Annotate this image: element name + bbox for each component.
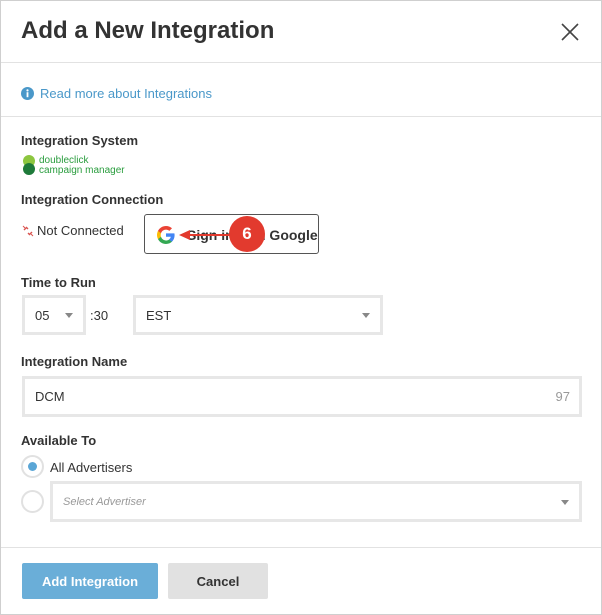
status-text: Not Connected (37, 223, 124, 238)
add-integration-button[interactable]: Add Integration (22, 563, 158, 599)
chevron-down-icon (362, 313, 370, 318)
all-advertisers-label: All Advertisers (50, 460, 133, 475)
callout-arrow (179, 230, 235, 240)
info-row: Read more about Integrations (21, 85, 212, 101)
minute-text: :30 (90, 308, 109, 323)
integration-name-input[interactable]: DCM 97 (22, 376, 582, 417)
char-count: 97 (555, 389, 570, 404)
hour-select[interactable]: 05 (22, 295, 86, 335)
close-icon[interactable] (559, 21, 581, 43)
integration-system-label: Integration System (21, 133, 139, 148)
integration-connection-label: Integration Connection (21, 192, 164, 207)
divider (1, 116, 601, 117)
timezone-value: EST (146, 307, 172, 323)
available-to-label: Available To (21, 433, 97, 448)
chevron-down-icon (65, 313, 73, 318)
add-integration-modal: Add a New Integration Read more about In… (0, 0, 602, 615)
step-callout-badge: 6 (229, 216, 265, 252)
select-advertiser-placeholder: Select Advertiser (63, 496, 146, 508)
hour-value: 05 (35, 307, 50, 323)
radio-selected-dot (28, 462, 37, 471)
select-advertiser-dropdown[interactable]: Select Advertiser (50, 481, 582, 522)
google-g-icon (157, 226, 175, 244)
read-more-link[interactable]: Read more about Integrations (40, 86, 212, 101)
integration-name-label: Integration Name (21, 354, 128, 369)
integration-name-value: DCM (35, 389, 65, 404)
connection-status: Not Connected (22, 223, 124, 238)
chevron-down-icon (561, 499, 569, 505)
all-advertisers-radio[interactable] (21, 455, 44, 478)
info-circle-icon (21, 86, 34, 100)
cancel-button[interactable]: Cancel (168, 563, 268, 599)
timezone-select[interactable]: EST (133, 295, 383, 335)
logo-line2: campaign manager (39, 165, 125, 176)
doubleclick-campaign-manager-logo: doubleclick campaign manager (23, 155, 125, 176)
select-advertiser-radio[interactable] (21, 490, 44, 513)
modal-title: Add a New Integration (21, 17, 275, 44)
footer-divider (1, 547, 601, 548)
time-to-run-label: Time to Run (21, 275, 96, 290)
modal-header: Add a New Integration (1, 1, 601, 63)
broken-link-icon (22, 225, 34, 236)
